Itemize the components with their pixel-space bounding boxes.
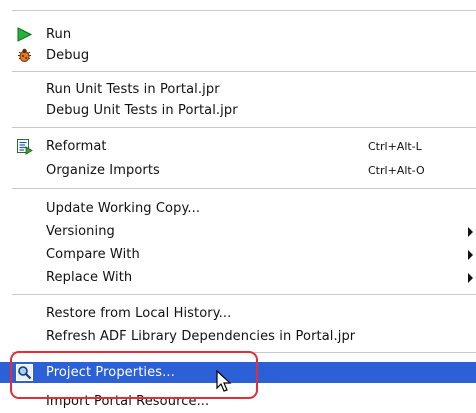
bug-icon bbox=[16, 47, 33, 64]
menu-item-debug-unit-tests[interactable]: Debug Unit Tests in Portal.jpr bbox=[0, 100, 476, 121]
menu-separator bbox=[12, 188, 476, 189]
menu-item-label: Compare With bbox=[46, 247, 140, 262]
menu-item-run[interactable]: Run bbox=[0, 24, 476, 45]
run-icon bbox=[16, 26, 33, 43]
menu-separator bbox=[12, 10, 476, 11]
menu-item-label: Debug bbox=[46, 48, 90, 63]
menu-item-label: Update Working Copy... bbox=[46, 201, 201, 216]
menu-item-label: Organize Imports bbox=[46, 163, 160, 178]
menu-item-label: Refresh ADF Library Dependencies in Port… bbox=[46, 329, 356, 344]
menu-item-label: Restore from Local History... bbox=[46, 306, 232, 321]
menu-item-organize-imports[interactable]: Organize Imports Ctrl+Alt-O bbox=[0, 160, 476, 181]
menu-separator bbox=[12, 127, 476, 128]
shortcut-label: Ctrl+Alt-L bbox=[368, 140, 422, 153]
mouse-pointer-icon bbox=[216, 369, 232, 398]
submenu-arrow-icon bbox=[468, 250, 473, 260]
menu-item-label: Reformat bbox=[46, 139, 107, 154]
menu-item-refresh-adf-library[interactable]: Refresh ADF Library Dependencies in Port… bbox=[0, 326, 476, 347]
menu-separator bbox=[12, 71, 476, 72]
submenu-arrow-icon bbox=[468, 273, 473, 283]
menu-item-label: Versioning bbox=[46, 224, 115, 239]
menu-item-replace-with[interactable]: Replace With bbox=[0, 267, 476, 288]
context-menu: Run Debug Run Unit Tests in Portal.jpr D… bbox=[0, 0, 476, 413]
menu-item-compare-with[interactable]: Compare With bbox=[0, 244, 476, 265]
shortcut-label: Ctrl+Alt-O bbox=[368, 164, 425, 177]
submenu-arrow-icon bbox=[468, 227, 473, 237]
menu-item-restore-local-history[interactable]: Restore from Local History... bbox=[0, 303, 476, 324]
reformat-icon bbox=[16, 138, 33, 155]
menu-item-label: Run bbox=[46, 27, 72, 42]
menu-item-versioning[interactable]: Versioning bbox=[0, 221, 476, 242]
menu-item-debug[interactable]: Debug bbox=[0, 45, 476, 66]
menu-item-update-working-copy[interactable]: Update Working Copy... bbox=[0, 198, 476, 219]
menu-item-reformat[interactable]: Reformat Ctrl+Alt-L bbox=[0, 136, 476, 157]
menu-separator bbox=[12, 294, 476, 295]
menu-item-label: Replace With bbox=[46, 270, 133, 285]
menu-item-label: Debug Unit Tests in Portal.jpr bbox=[46, 103, 238, 118]
menu-item-label: Run Unit Tests in Portal.jpr bbox=[46, 82, 220, 97]
menu-item-run-unit-tests[interactable]: Run Unit Tests in Portal.jpr bbox=[0, 79, 476, 100]
